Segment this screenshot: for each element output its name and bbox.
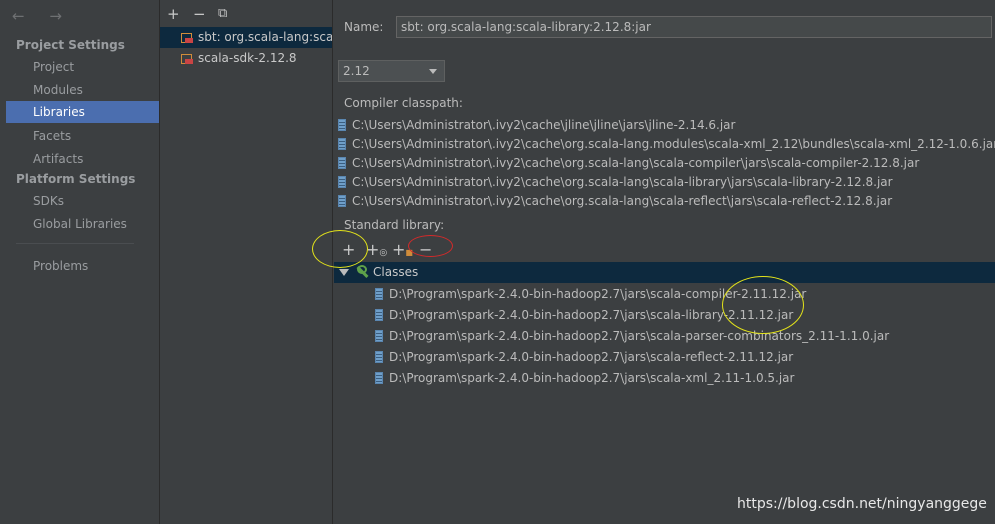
library-list-panel: + − ⧉ sbt: org.scala-lang:scala-library:… <box>160 0 333 524</box>
jar-icon <box>338 138 346 150</box>
classpath-row[interactable]: C:\Users\Administrator\.ivy2\cache\jline… <box>338 116 735 135</box>
add-jar-alt-button[interactable]: +◎ <box>366 240 387 259</box>
jar-icon <box>338 176 346 188</box>
jar-icon <box>338 119 346 131</box>
scala-version-select[interactable]: 2.12 <box>338 60 445 82</box>
section-platform-settings: Platform Settings <box>16 172 136 186</box>
nav-item-sdks[interactable]: SDKs <box>6 190 159 212</box>
jar-icon <box>375 372 383 384</box>
class-jar-path: D:\Program\spark-2.4.0-bin-hadoop2.7\jar… <box>389 371 795 385</box>
classpath-path: C:\Users\Administrator\.ivy2\cache\jline… <box>352 118 736 132</box>
nav-item-facets[interactable]: Facets <box>6 125 159 147</box>
classes-label: Classes <box>373 265 419 279</box>
add-library-button[interactable]: + <box>167 5 180 23</box>
jar-icon <box>375 351 383 363</box>
project-structure-dialog: { "nav": { "arrows": "← →", "section_pro… <box>0 0 995 524</box>
classpath-row[interactable]: C:\Users\Administrator\.ivy2\cache\org.s… <box>338 192 892 211</box>
section-project-settings: Project Settings <box>16 38 125 52</box>
library-item-scala-sdk[interactable]: scala-sdk-2.12.8 <box>160 48 332 69</box>
expand-triangle-icon[interactable] <box>339 269 349 276</box>
nav-item-modules[interactable]: Modules <box>6 79 159 101</box>
class-jar-row[interactable]: D:\Program\spark-2.4.0-bin-hadoop2.7\jar… <box>375 368 794 389</box>
settings-nav: ← → Project Settings Project Modules Lib… <box>0 0 160 524</box>
plus-icon: + <box>366 240 380 259</box>
classpath-path: C:\Users\Administrator\.ivy2\cache\org.s… <box>352 156 920 170</box>
library-name-field[interactable]: sbt: org.scala-lang:scala-library:2.12.8… <box>396 16 992 38</box>
remove-library-button[interactable]: − <box>193 5 206 23</box>
classpath-path: C:\Users\Administrator\.ivy2\cache\org.s… <box>352 194 893 208</box>
chevron-down-icon <box>429 69 437 74</box>
name-label: Name: <box>344 20 384 34</box>
standard-library-label: Standard library: <box>344 218 445 232</box>
classpath-row[interactable]: C:\Users\Administrator\.ivy2\cache\org.s… <box>338 135 995 154</box>
classpath-path: C:\Users\Administrator\.ivy2\cache\org.s… <box>352 137 995 151</box>
back-forward-arrows[interactable]: ← → <box>12 7 72 25</box>
nav-item-artifacts[interactable]: Artifacts <box>6 148 159 170</box>
classes-tree-row[interactable] <box>334 262 995 283</box>
library-item-label: sbt: org.scala-lang:scala-library:2.12.8… <box>198 30 332 44</box>
classpath-row[interactable]: C:\Users\Administrator\.ivy2\cache\org.s… <box>338 154 919 173</box>
classpath-row[interactable]: C:\Users\Administrator\.ivy2\cache\org.s… <box>338 173 893 192</box>
library-item-sbt-scala-library[interactable]: sbt: org.scala-lang:scala-library:2.12.8… <box>160 27 332 48</box>
class-jar-row[interactable]: D:\Program\spark-2.4.0-bin-hadoop2.7\jar… <box>375 347 793 368</box>
red-highlight-ellipse-remove <box>408 235 453 257</box>
yellow-highlight-ellipse-add <box>312 230 368 268</box>
compiler-classpath-label: Compiler classpath: <box>344 96 463 110</box>
nav-item-project[interactable]: Project <box>6 56 159 78</box>
jar-icon <box>338 157 346 169</box>
library-item-label: scala-sdk-2.12.8 <box>198 51 297 65</box>
class-jar-path: D:\Program\spark-2.4.0-bin-hadoop2.7\jar… <box>389 350 794 364</box>
library-folder-icon <box>181 33 193 43</box>
copy-library-button[interactable]: ⧉ <box>218 6 227 21</box>
wrench-icon <box>355 265 369 279</box>
nav-item-global-libraries[interactable]: Global Libraries <box>6 213 159 235</box>
jar-icon <box>375 288 383 300</box>
jar-icon <box>338 195 346 207</box>
scala-version-value: 2.12 <box>343 64 370 78</box>
watermark-text: https://blog.csdn.net/ningyanggege <box>737 496 987 512</box>
class-jar-row[interactable]: D:\Program\spark-2.4.0-bin-hadoop2.7\jar… <box>375 326 889 347</box>
class-jar-path: D:\Program\spark-2.4.0-bin-hadoop2.7\jar… <box>389 329 890 343</box>
nav-item-problems[interactable]: Problems <box>6 255 159 277</box>
jar-icon <box>375 330 383 342</box>
globe-badge-icon: ◎ <box>379 248 388 258</box>
library-folder-icon <box>181 54 193 64</box>
plus-icon: + <box>392 240 406 259</box>
yellow-highlight-ellipse-version <box>722 276 804 334</box>
nav-divider <box>16 243 134 244</box>
jar-icon <box>375 309 383 321</box>
classpath-path: C:\Users\Administrator\.ivy2\cache\org.s… <box>352 175 893 189</box>
nav-item-libraries[interactable]: Libraries <box>6 101 159 123</box>
